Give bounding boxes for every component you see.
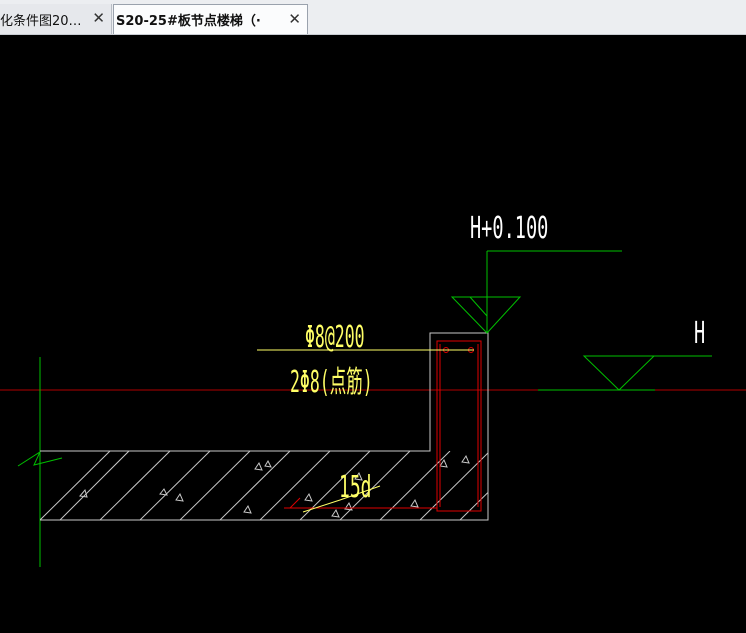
close-icon[interactable]: ✕: [92, 10, 105, 26]
close-icon[interactable]: ✕: [288, 11, 301, 27]
rebar-label-top: Φ8@200: [305, 320, 365, 355]
rebar-label-bottom: 2Φ8(点筋): [290, 365, 373, 400]
cad-drawing-canvas[interactable]: H+0.100 H Φ8@200 2Φ8(点筋) 15d: [0, 35, 746, 629]
elevation-mark-top: [450, 250, 622, 334]
break-line-left: [17, 357, 63, 567]
cad-drawing: H+0.100 H Φ8@200 2Φ8(点筋) 15d: [0, 210, 746, 567]
tab-document-1[interactable]: 化条件图20… ✕: [0, 4, 112, 34]
slab-outline: [40, 332, 489, 521]
tab-document-2-label: S20-25#板节点楼梯（·: [116, 14, 261, 29]
document-tab-bar: 化条件图20… ✕ S20-25#板节点楼梯（· ✕: [0, 0, 746, 35]
elevation-label-h: H: [694, 315, 705, 350]
elevation-label-top: H+0.100: [470, 210, 548, 245]
tab-document-1-label: 化条件图20…: [0, 13, 82, 29]
anchor-length-label: 15d: [339, 469, 371, 504]
slab-hatch: [40, 451, 488, 520]
tab-document-2-active[interactable]: S20-25#板节点楼梯（· ✕: [113, 4, 308, 34]
elevation-mark-h: [538, 355, 712, 391]
